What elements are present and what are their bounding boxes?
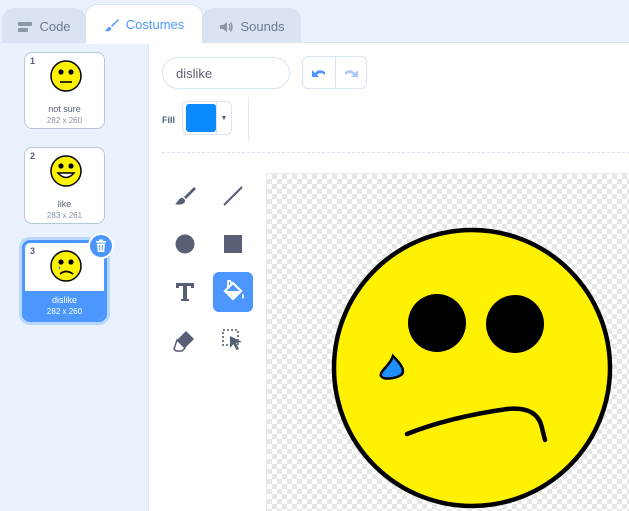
line-tool[interactable]: [213, 176, 253, 216]
costume-size: 283 x 261: [46, 211, 83, 220]
undo-icon: [311, 69, 325, 77]
paint-bucket-icon: [223, 279, 244, 301]
costume-number: 3: [30, 246, 36, 256]
undo-button[interactable]: [303, 57, 335, 88]
undo-redo-group: [302, 56, 367, 89]
fill-color-swatch: [186, 104, 216, 132]
brush-tool[interactable]: [165, 176, 205, 216]
costume-item[interactable]: 2 like 283 x 261: [24, 147, 105, 224]
costume-name: not sure: [48, 104, 81, 114]
toolbar-divider: [248, 97, 249, 141]
tab-code[interactable]: Code: [2, 8, 86, 44]
tab-sounds[interactable]: Sounds: [202, 8, 301, 44]
speaker-icon: [220, 21, 234, 32]
text-tool[interactable]: [165, 272, 205, 312]
costume-name-input[interactable]: [162, 57, 290, 89]
rectangle-icon: [224, 235, 242, 253]
costume-name: like: [57, 199, 72, 209]
neutral-face-thumbnail: [50, 60, 82, 92]
drawing-canvas[interactable]: [266, 173, 629, 511]
reshape-tool[interactable]: [213, 320, 253, 360]
smiling-face-thumbnail: [50, 155, 82, 187]
dropdown-arrow-icon: ▼: [216, 102, 231, 134]
fill-tool[interactable]: [213, 272, 253, 312]
fill-label: Fill: [162, 115, 175, 125]
costume-name: dislike: [51, 295, 77, 305]
costume-list: 1 not sure 282 x 260 2 like 283 x 261 3: [0, 43, 131, 511]
costume-number: 1: [30, 56, 36, 66]
costume-item-selected[interactable]: 3 dislike 282 x 260: [22, 233, 114, 322]
editor-tabs: Code Costumes Sounds: [0, 0, 629, 44]
costume-size: 282 x 260: [46, 116, 83, 125]
redo-icon: [344, 69, 358, 77]
sad-face-drawing: [331, 227, 613, 509]
redo-button[interactable]: [334, 57, 367, 88]
sad-face-thumbnail: [50, 250, 82, 282]
circle-tool[interactable]: [165, 224, 205, 264]
eraser-tool[interactable]: [165, 320, 205, 360]
text-icon: [176, 283, 194, 301]
costume-number: 2: [30, 151, 36, 161]
section-divider: [162, 152, 629, 153]
code-icon: [18, 21, 33, 32]
tab-code-label: Code: [39, 19, 71, 34]
costume-item[interactable]: 1 not sure 282 x 260: [24, 52, 105, 129]
tab-costumes[interactable]: Costumes: [85, 4, 203, 44]
paint-editor: Fill ▼: [148, 43, 629, 511]
costume-size: 282 x 260: [46, 307, 83, 316]
tab-sounds-label: Sounds: [240, 19, 285, 34]
delete-costume-button[interactable]: [88, 233, 114, 259]
paintbrush-icon: [104, 18, 119, 31]
reshape-cursor-icon: [222, 329, 242, 350]
brush-icon: [175, 187, 196, 205]
rectangle-tool[interactable]: [213, 224, 253, 264]
line-icon: [223, 186, 243, 206]
circle-icon: [175, 234, 195, 254]
eraser-icon: [173, 331, 194, 352]
trash-icon: [96, 239, 106, 252]
tab-costumes-label: Costumes: [125, 17, 185, 32]
fill-color-picker[interactable]: ▼: [182, 101, 232, 135]
